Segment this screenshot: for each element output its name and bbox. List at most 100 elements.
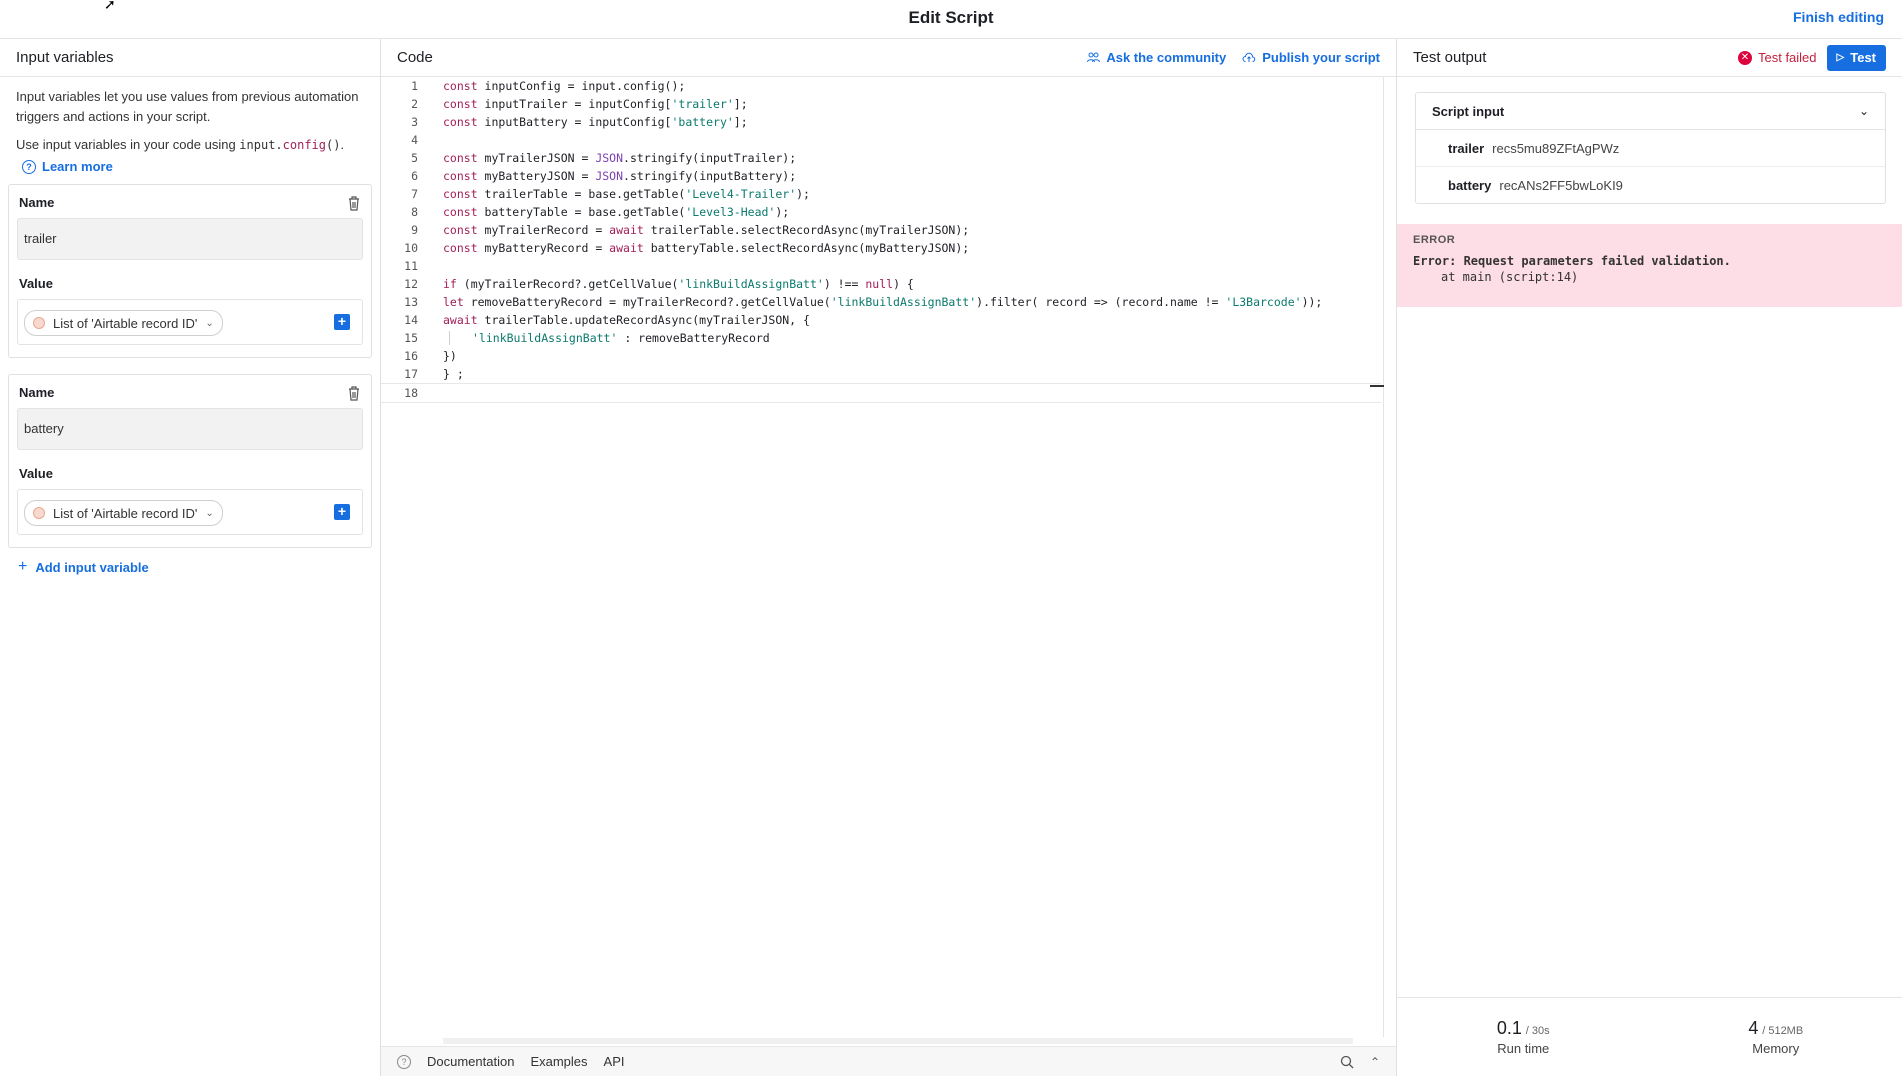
value-label: Value	[19, 276, 53, 291]
line-number: 1	[411, 79, 418, 93]
code-line[interactable]: 8 const batteryTable = base.getTable('Lev…	[381, 203, 1381, 221]
test-failed-badge: ✕ Test failed	[1737, 50, 1817, 65]
memory-stat: 4 / 512MB Memory	[1650, 998, 1902, 1076]
input-value: recs5mu89ZFtAgPWz	[1492, 140, 1620, 156]
line-number: 11	[404, 259, 418, 273]
line-number: 17	[404, 367, 418, 381]
test-button[interactable]: ▷ Test	[1826, 44, 1886, 71]
chevron-up-icon[interactable]: ⌃	[1370, 1055, 1380, 1069]
code-token: await	[609, 223, 651, 237]
input-key: battery	[1448, 177, 1492, 193]
code-token: 'Level4-Trailer'	[685, 187, 797, 201]
code-text: const trailerTable = base.getTable('Leve…	[443, 185, 810, 203]
code-text: const myTrailerRecord = await trailerTab…	[443, 221, 969, 239]
runtime-limit: / 30s	[1525, 1025, 1550, 1037]
value-token-pill[interactable]: List of 'Airtable record ID' ⌄	[24, 500, 223, 526]
documentation-tab[interactable]: Documentation	[427, 1054, 514, 1069]
insert-value-button[interactable]: +	[334, 314, 350, 330]
help-icon[interactable]: ?	[397, 1054, 411, 1069]
code-panel: Code Ask the community Publish your scri…	[381, 39, 1397, 1076]
script-input-row: battery recANs2FF5bwLoKI9	[1416, 167, 1885, 203]
input-value: recANs2FF5bwLoKI9	[1499, 177, 1623, 193]
code-token: trailerTable.selectRecordAsync(myTrailer…	[650, 223, 970, 237]
run-stats: 0.1 / 30s Run time 4 / 512MB Memory	[1397, 997, 1902, 1076]
test-output-header: Test output ✕ Test failed ▷ Test	[1397, 39, 1902, 77]
code-line[interactable]: 18	[381, 383, 1381, 403]
input-variable-card: Name battery Value List of 'Airtable rec…	[8, 374, 372, 548]
memory-label: Memory	[1752, 1041, 1800, 1056]
code-line[interactable]: 14 await trailerTable.updateRecordAsync(m…	[381, 311, 1381, 329]
learn-more-link[interactable]: ? Learn more	[0, 159, 380, 174]
code-token: 'linkBuildAssignBatt'	[830, 295, 977, 309]
code-text: const myTrailerJSON = JSON.stringify(inp…	[443, 149, 796, 167]
add-input-variable-button[interactable]: + Add input variable	[0, 548, 380, 586]
code-line[interactable]: 13 let removeBatteryRecord = myTrailerRec…	[381, 293, 1381, 311]
code-line[interactable]: 16})	[381, 347, 1381, 365]
code-token: if	[443, 277, 464, 291]
editor-vertical-scrollbar[interactable]	[1370, 77, 1384, 1037]
trash-icon[interactable]	[347, 385, 361, 401]
code-token: const	[443, 169, 485, 183]
code-token: 'L3Barcode'	[1225, 295, 1302, 309]
search-icon[interactable]	[1340, 1055, 1354, 1069]
memory-limit: / 512MB	[1762, 1025, 1804, 1037]
usage-suffix: .	[340, 137, 345, 152]
memory-value: 4	[1748, 1018, 1759, 1038]
insert-value-button[interactable]: +	[334, 504, 350, 520]
code-line[interactable]: 9 const myTrailerRecord = await trailerTa…	[381, 221, 1381, 239]
variable-name-input[interactable]: battery	[17, 408, 363, 450]
code-token: );	[775, 205, 790, 219]
variable-name-input[interactable]: trailer	[17, 218, 363, 260]
ask-community-label: Ask the community	[1106, 50, 1227, 65]
editor-horizontal-scrollbar[interactable]	[443, 1038, 1353, 1044]
code-line[interactable]: 10 const myBatteryRecord = await batteryT…	[381, 239, 1381, 257]
code-line[interactable]: 17} ;	[381, 365, 1381, 383]
code-token: 'trailer'	[671, 97, 734, 111]
scroll-position-marker	[1370, 385, 1384, 387]
code-token: })	[443, 349, 457, 363]
test-status-label: Test failed	[1757, 50, 1817, 65]
code-text: const batteryTable = base.getTable('Leve…	[443, 203, 789, 221]
code-line[interactable]: 5 const myTrailerJSON = JSON.stringify(in…	[381, 149, 1381, 167]
script-input-toggle[interactable]: Script input ⌄	[1416, 93, 1885, 130]
line-number: 5	[411, 151, 418, 165]
code-token: 'Level3-Head'	[685, 205, 776, 219]
publish-script-link[interactable]: Publish your script	[1242, 50, 1380, 65]
test-output-title: Test output	[1413, 49, 1487, 66]
cloud-upload-icon	[1242, 52, 1256, 62]
code-line[interactable]: 11	[381, 257, 1381, 275]
runtime-value: 0.1	[1496, 1018, 1522, 1038]
intro-usage-text: Use input variables in your code using i…	[16, 135, 364, 155]
trash-icon[interactable]	[347, 195, 361, 211]
chevron-down-icon: ⌄	[205, 317, 214, 329]
code-footer: ? Documentation Examples API ⌃	[381, 1046, 1396, 1076]
plus-icon: +	[18, 558, 28, 575]
ask-community-link[interactable]: Ask the community	[1087, 50, 1226, 65]
code-text: 'linkBuildAssignBatt' : removeBatteryRec…	[443, 329, 770, 347]
chevron-down-icon: ⌄	[205, 507, 214, 519]
code-line[interactable]: 1 const inputConfig = input.config();	[381, 77, 1381, 95]
code-line[interactable]: 4	[381, 131, 1381, 149]
script-input-title: Script input	[1432, 103, 1505, 119]
runtime-stat: 0.1 / 30s Run time	[1397, 998, 1650, 1076]
code-token: JSON	[595, 151, 624, 165]
code-editor[interactable]: 1 const inputConfig = input.config(); 2 con…	[381, 77, 1381, 1037]
examples-tab[interactable]: Examples	[530, 1054, 587, 1069]
variable-value-field[interactable]: List of 'Airtable record ID' ⌄ +	[17, 299, 363, 345]
code-line[interactable]: 3 const inputBattery = inputConfig['batte…	[381, 113, 1381, 131]
code-line[interactable]: 7 const trailerTable = base.getTable('Lev…	[381, 185, 1381, 203]
line-number: 2	[411, 97, 418, 111]
code-token: inputBattery = inputConfig[	[484, 115, 672, 129]
name-label: Name	[19, 195, 55, 210]
line-number: 4	[411, 133, 418, 147]
input-variables-intro: Input variables let you use values from …	[0, 77, 380, 155]
code-line[interactable]: 6 const myBatteryJSON = JSON.stringify(in…	[381, 167, 1381, 185]
value-token-pill[interactable]: List of 'Airtable record ID' ⌄	[24, 310, 223, 336]
variable-value-field[interactable]: List of 'Airtable record ID' ⌄ +	[17, 489, 363, 535]
code-token: null	[865, 277, 894, 291]
finish-editing-button[interactable]: Finish editing	[1793, 9, 1884, 25]
api-tab[interactable]: API	[604, 1054, 625, 1069]
code-line[interactable]: 12 if (myTrailerRecord?.getCellValue('lin…	[381, 275, 1381, 293]
code-line[interactable]: 2 const inputTrailer = inputConfig['trail…	[381, 95, 1381, 113]
code-line[interactable]: 15 'linkBuildAssignBatt' : removeBatteryR…	[381, 329, 1381, 347]
